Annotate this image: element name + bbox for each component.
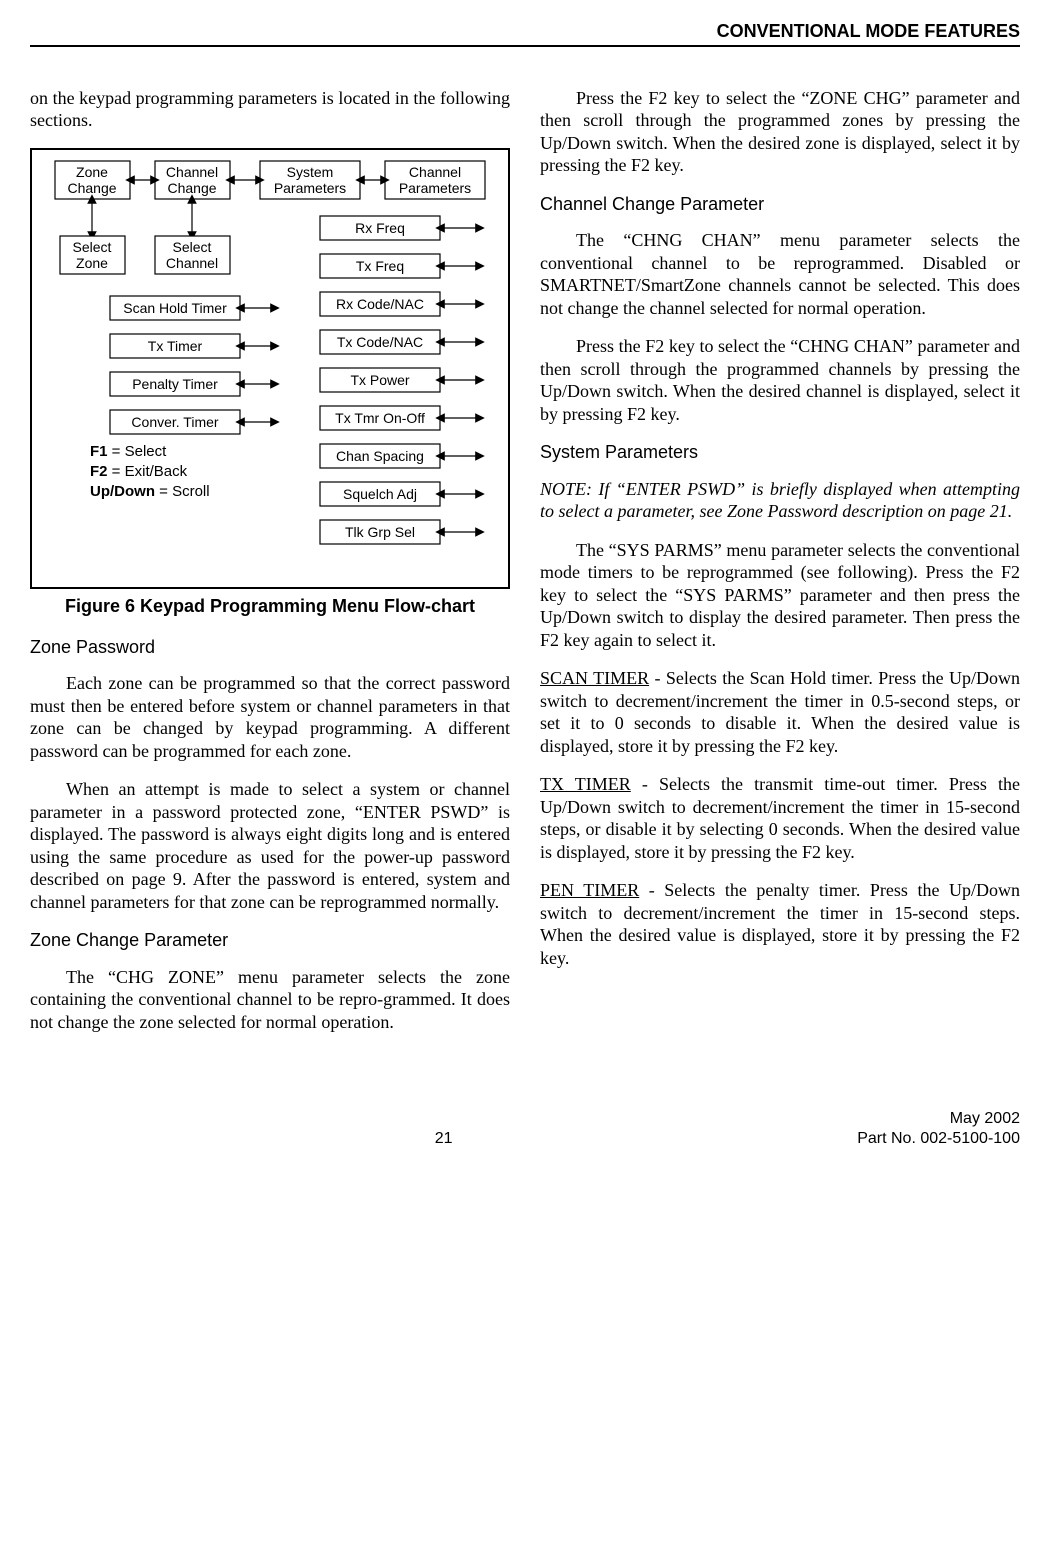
svg-text:Select: Select: [73, 239, 112, 255]
right-column: Press the F2 key to select the “ZONE CHG…: [540, 87, 1020, 1050]
note-text: NOTE: If “ENTER PSWD” is briefly display…: [540, 478, 1020, 523]
svg-text:Tx Tmr On-Off: Tx Tmr On-Off: [335, 410, 425, 426]
footer-page: 21: [435, 1129, 453, 1149]
sys-params-p1: The “SYS PARMS” menu parameter selects t…: [540, 539, 1020, 652]
svg-text:Channel: Channel: [409, 164, 461, 180]
svg-text:Tx Power: Tx Power: [350, 372, 409, 388]
svg-text:Chan Spacing: Chan Spacing: [336, 448, 424, 464]
svg-text:Change: Change: [67, 180, 116, 196]
figure-6-caption: Figure 6 Keypad Programming Menu Flow-ch…: [30, 595, 510, 618]
box-select-channel: Select Channel: [155, 236, 230, 274]
content-columns: on the keypad programming parameters is …: [30, 87, 1020, 1050]
box-select-zone: Select Zone: [60, 236, 125, 274]
svg-text:Parameters: Parameters: [274, 180, 346, 196]
chan-change-p2: Press the F2 key to select the “CHNG CHA…: [540, 335, 1020, 425]
left-column: on the keypad programming parameters is …: [30, 87, 510, 1050]
svg-text:Squelch Adj: Squelch Adj: [343, 486, 417, 502]
svg-text:Channel: Channel: [166, 164, 218, 180]
svg-text:Scan Hold Timer: Scan Hold Timer: [123, 300, 227, 316]
chan-items: Rx Freq Tx Freq Rx Code/NAC Tx Code/NAC …: [320, 216, 440, 544]
svg-text:Zone: Zone: [76, 164, 108, 180]
pen-timer-label: PEN TIMER: [540, 880, 639, 900]
svg-text:Rx Code/NAC: Rx Code/NAC: [336, 296, 424, 312]
page-header: CONVENTIONAL MODE FEATURES: [30, 20, 1020, 47]
box-channel-parameters: Channel Parameters: [385, 161, 485, 199]
svg-text:System: System: [287, 164, 334, 180]
page-footer: 21 May 2002 Part No. 002-5100-100: [30, 1109, 1020, 1149]
right-p1: Press the F2 key to select the “ZONE CHG…: [540, 87, 1020, 177]
svg-text:Up/Down = Scroll: Up/Down = Scroll: [90, 483, 210, 500]
intro-text: on the keypad programming parameters is …: [30, 87, 510, 132]
svg-text:F2 = Exit/Back: F2 = Exit/Back: [90, 463, 188, 480]
box-system-parameters: System Parameters: [260, 161, 360, 199]
svg-text:Penalty Timer: Penalty Timer: [132, 376, 218, 392]
heading-channel-change: Channel Change Parameter: [540, 193, 1020, 216]
heading-zone-change: Zone Change Parameter: [30, 929, 510, 952]
tx-timer-label: TX TIMER: [540, 774, 631, 794]
footer-part: Part No. 002-5100-100: [857, 1129, 1020, 1149]
svg-text:Parameters: Parameters: [399, 180, 471, 196]
svg-text:Conver. Timer: Conver. Timer: [131, 414, 218, 430]
scan-timer-text: SCAN TIMER - Selects the Scan Hold timer…: [540, 667, 1020, 757]
heading-system-parameters: System Parameters: [540, 441, 1020, 464]
svg-text:Zone: Zone: [76, 255, 108, 271]
tx-timer-text: TX TIMER - Selects the transmit time-out…: [540, 773, 1020, 863]
svg-text:F1 = Select: F1 = Select: [90, 443, 167, 460]
svg-text:Tx Freq: Tx Freq: [356, 258, 404, 274]
scan-timer-label: SCAN TIMER: [540, 668, 649, 688]
svg-text:Change: Change: [167, 180, 216, 196]
svg-text:Rx Freq: Rx Freq: [355, 220, 405, 236]
box-zone-change: Zone Change: [55, 161, 130, 199]
zone-change-p1: The “CHG ZONE” menu parameter selects th…: [30, 966, 510, 1034]
chan-change-p1: The “CHNG CHAN” menu parameter selects t…: [540, 229, 1020, 319]
figure-6-svg: Zone Change Channel Change System Parame…: [38, 156, 502, 576]
zone-password-p1: Each zone can be programmed so that the …: [30, 672, 510, 762]
svg-text:Tx Code/NAC: Tx Code/NAC: [337, 334, 423, 350]
pen-timer-text: PEN TIMER - Selects the penalty timer. P…: [540, 879, 1020, 969]
figure-6-box: Zone Change Channel Change System Parame…: [30, 148, 510, 590]
svg-text:Tlk Grp Sel: Tlk Grp Sel: [345, 524, 415, 540]
sys-items: Scan Hold Timer Tx Timer Penalty Timer C…: [110, 296, 240, 434]
zone-password-p2: When an attempt is made to select a syst…: [30, 778, 510, 913]
footer-date: May 2002: [857, 1109, 1020, 1129]
svg-text:Tx Timer: Tx Timer: [148, 338, 203, 354]
box-channel-change: Channel Change: [155, 161, 230, 199]
heading-zone-password: Zone Password: [30, 636, 510, 659]
svg-text:Channel: Channel: [166, 255, 218, 271]
footer-right: May 2002 Part No. 002-5100-100: [857, 1109, 1020, 1149]
svg-text:Select: Select: [173, 239, 212, 255]
